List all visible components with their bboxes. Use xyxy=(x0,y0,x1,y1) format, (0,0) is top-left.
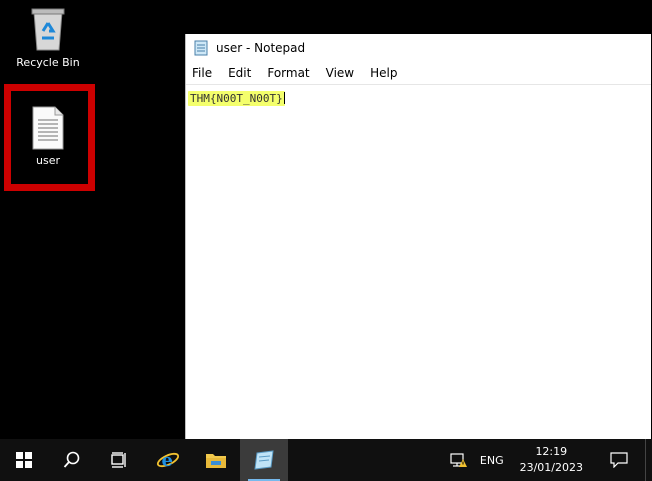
document-text: THM{N00T_N00T} xyxy=(188,91,285,106)
show-desktop-button[interactable] xyxy=(645,439,652,481)
network-tray-button[interactable] xyxy=(444,439,474,481)
svg-text:e: e xyxy=(162,450,173,471)
clock[interactable]: 12:19 23/01/2023 xyxy=(510,439,593,481)
window-title: user - Notepad xyxy=(216,41,306,55)
clock-date: 23/01/2023 xyxy=(519,461,583,474)
clock-time: 12:19 xyxy=(535,445,568,458)
menu-view[interactable]: View xyxy=(326,66,354,80)
user-file-label: user xyxy=(36,154,60,167)
language-indicator[interactable]: ENG xyxy=(474,439,510,481)
text-editor-area[interactable]: THM{N00T_N00T} xyxy=(186,86,651,439)
start-button[interactable] xyxy=(0,439,48,481)
text-file-icon xyxy=(32,106,64,150)
file-explorer-button[interactable] xyxy=(192,439,240,481)
notepad-title-bar[interactable]: user - Notepad xyxy=(186,34,651,62)
taskbar: e ENG 12:19 23/01/2023 xyxy=(0,439,652,481)
action-center-button[interactable] xyxy=(593,439,645,481)
notepad-icon xyxy=(254,450,274,470)
notepad-window[interactable]: user - Notepad File Edit Format View Hel… xyxy=(185,34,651,439)
internet-explorer-icon: e xyxy=(156,450,180,471)
system-tray: ENG 12:19 23/01/2023 xyxy=(444,439,652,481)
user-file-desktop-icon[interactable]: user xyxy=(16,106,80,167)
search-button[interactable] xyxy=(48,439,96,481)
notepad-icon xyxy=(194,40,208,56)
menu-help[interactable]: Help xyxy=(370,66,397,80)
text-caret xyxy=(283,91,285,104)
recycle-bin-icon xyxy=(31,8,65,51)
menu-bar: File Edit Format View Help xyxy=(186,62,651,85)
search-icon xyxy=(63,451,80,468)
notepad-taskbar-button[interactable] xyxy=(240,439,288,481)
network-warning-icon xyxy=(450,453,467,467)
task-view-icon xyxy=(111,452,126,468)
menu-edit[interactable]: Edit xyxy=(228,66,251,80)
recycle-bin-label: Recycle Bin xyxy=(16,56,80,69)
internet-explorer-button[interactable]: e xyxy=(144,439,192,481)
notification-icon xyxy=(610,452,628,468)
task-view-button[interactable] xyxy=(96,439,144,481)
menu-file[interactable]: File xyxy=(192,66,212,80)
recycle-bin-desktop-icon[interactable]: Recycle Bin xyxy=(6,6,90,69)
file-explorer-icon xyxy=(206,454,226,468)
start-icon xyxy=(16,452,32,468)
menu-format[interactable]: Format xyxy=(267,66,309,80)
